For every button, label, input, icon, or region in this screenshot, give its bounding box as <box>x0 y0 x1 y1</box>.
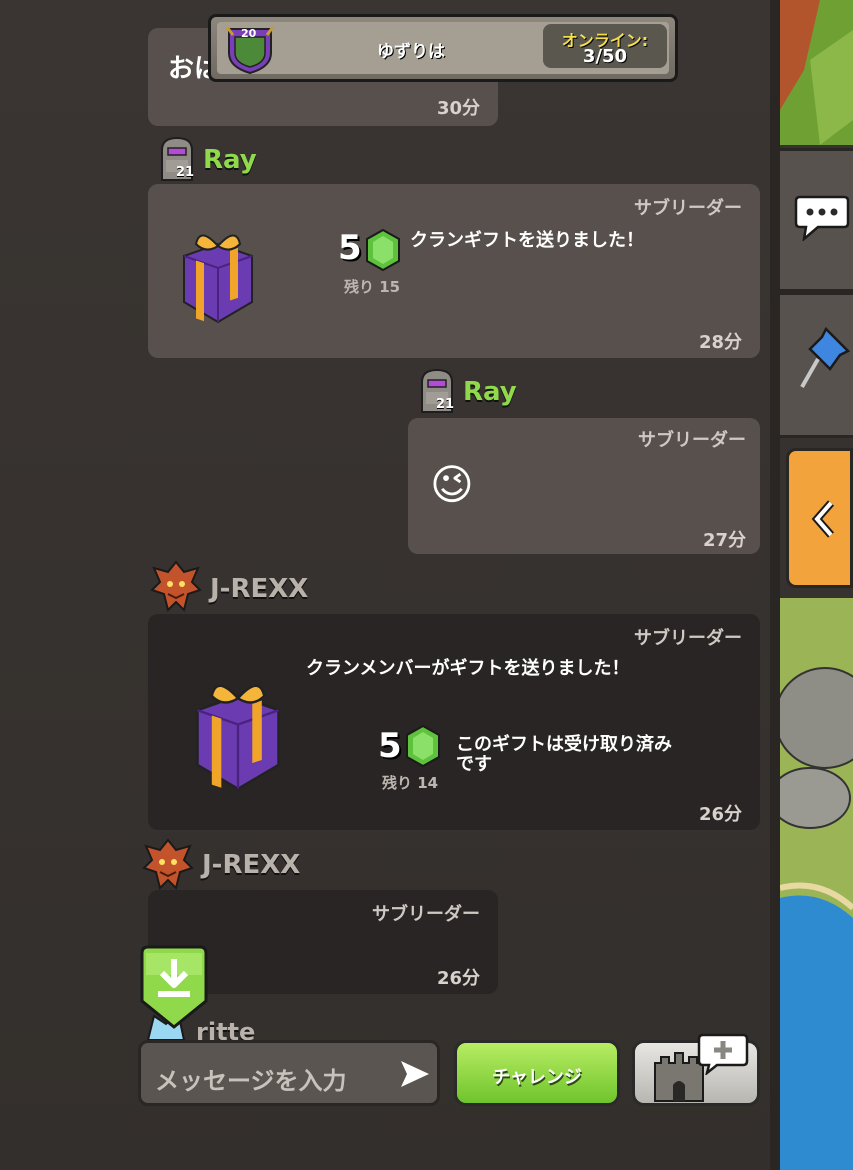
gift-message-bubble: サブリーダー 5 残り 15 クランギフトを送りました！ 28分 <box>148 184 760 358</box>
message-time: 26分 <box>436 968 480 989</box>
plus-icon <box>697 1033 749 1075</box>
gifts-remaining: 残り 15 <box>344 278 401 296</box>
player-level: 21 <box>436 397 455 412</box>
dragon-avatar-icon[interactable] <box>142 838 194 892</box>
clan-header: 20 ゆずりは オンライン: 3/50 <box>208 14 678 82</box>
chat-panel <box>0 0 778 1170</box>
send-icon[interactable] <box>399 1059 431 1089</box>
gem-amount: 5 <box>338 228 362 268</box>
clan-level: 20 <box>241 27 257 40</box>
village-view-top <box>780 0 853 145</box>
challenge-button[interactable]: チャレンジ <box>454 1040 620 1106</box>
gift-icon[interactable] <box>188 672 288 796</box>
collapse-chat-button[interactable] <box>786 448 853 588</box>
message-time: 26分 <box>698 804 742 825</box>
message-time: 27分 <box>702 530 746 551</box>
gift-icon[interactable] <box>176 226 260 326</box>
village-view-bottom <box>780 598 853 1170</box>
message-text: クランギフトを送りました！ <box>410 230 644 251</box>
gifts-remaining: 残り 14 <box>382 774 439 792</box>
message-title: クランメンバーがギフトを送りました！ <box>306 658 630 679</box>
message-time: 30分 <box>436 98 480 119</box>
message-input-placeholder: メッセージを入力 <box>155 1067 347 1095</box>
panel-divider <box>770 0 780 1170</box>
clan-name[interactable]: ゆずりは <box>361 37 461 62</box>
chat-button[interactable] <box>780 148 853 292</box>
pin-button[interactable] <box>780 292 853 438</box>
sender-name[interactable]: J-REXX <box>202 850 300 880</box>
sender-name[interactable]: J-REXX <box>210 574 308 604</box>
chevron-left-icon <box>811 500 835 538</box>
dragon-avatar-icon[interactable] <box>150 560 202 614</box>
message-text-cont: です <box>456 754 492 775</box>
emoji: 😉 <box>430 460 474 509</box>
pin-icon <box>800 326 851 388</box>
gem-icon <box>406 724 440 768</box>
sender-role: サブリーダー <box>638 430 746 451</box>
chat-bubble-icon <box>794 195 850 241</box>
sender-name[interactable]: Ray <box>203 145 257 175</box>
message-bubble: サブリーダー 😉 27分 <box>408 418 760 554</box>
sender-role: サブリーダー <box>634 628 742 649</box>
message-time: 28分 <box>698 332 742 353</box>
sender-role: サブリーダー <box>634 198 742 219</box>
gem-amount: 5 <box>378 726 402 766</box>
download-icon[interactable] <box>138 945 210 1029</box>
gem-icon <box>366 228 400 272</box>
village-terrain-icon <box>780 0 853 145</box>
sender-name[interactable]: Ray <box>463 377 517 407</box>
message-input[interactable]: メッセージを入力 <box>138 1040 440 1106</box>
player-level: 21 <box>176 165 195 180</box>
sender-role: サブリーダー <box>372 904 480 925</box>
message-text: このギフトは受け取り済み <box>456 734 672 755</box>
online-count: 3/50 <box>582 46 628 67</box>
challenge-label: チャレンジ <box>492 1067 582 1088</box>
village-terrain-icon <box>780 598 853 1170</box>
online-status: オンライン: 3/50 <box>543 24 667 68</box>
gift-received-bubble: サブリーダー クランメンバーがギフトを送りました！ 5 残り 14 このギフトは… <box>148 614 760 830</box>
request-troops-button[interactable] <box>632 1033 760 1106</box>
